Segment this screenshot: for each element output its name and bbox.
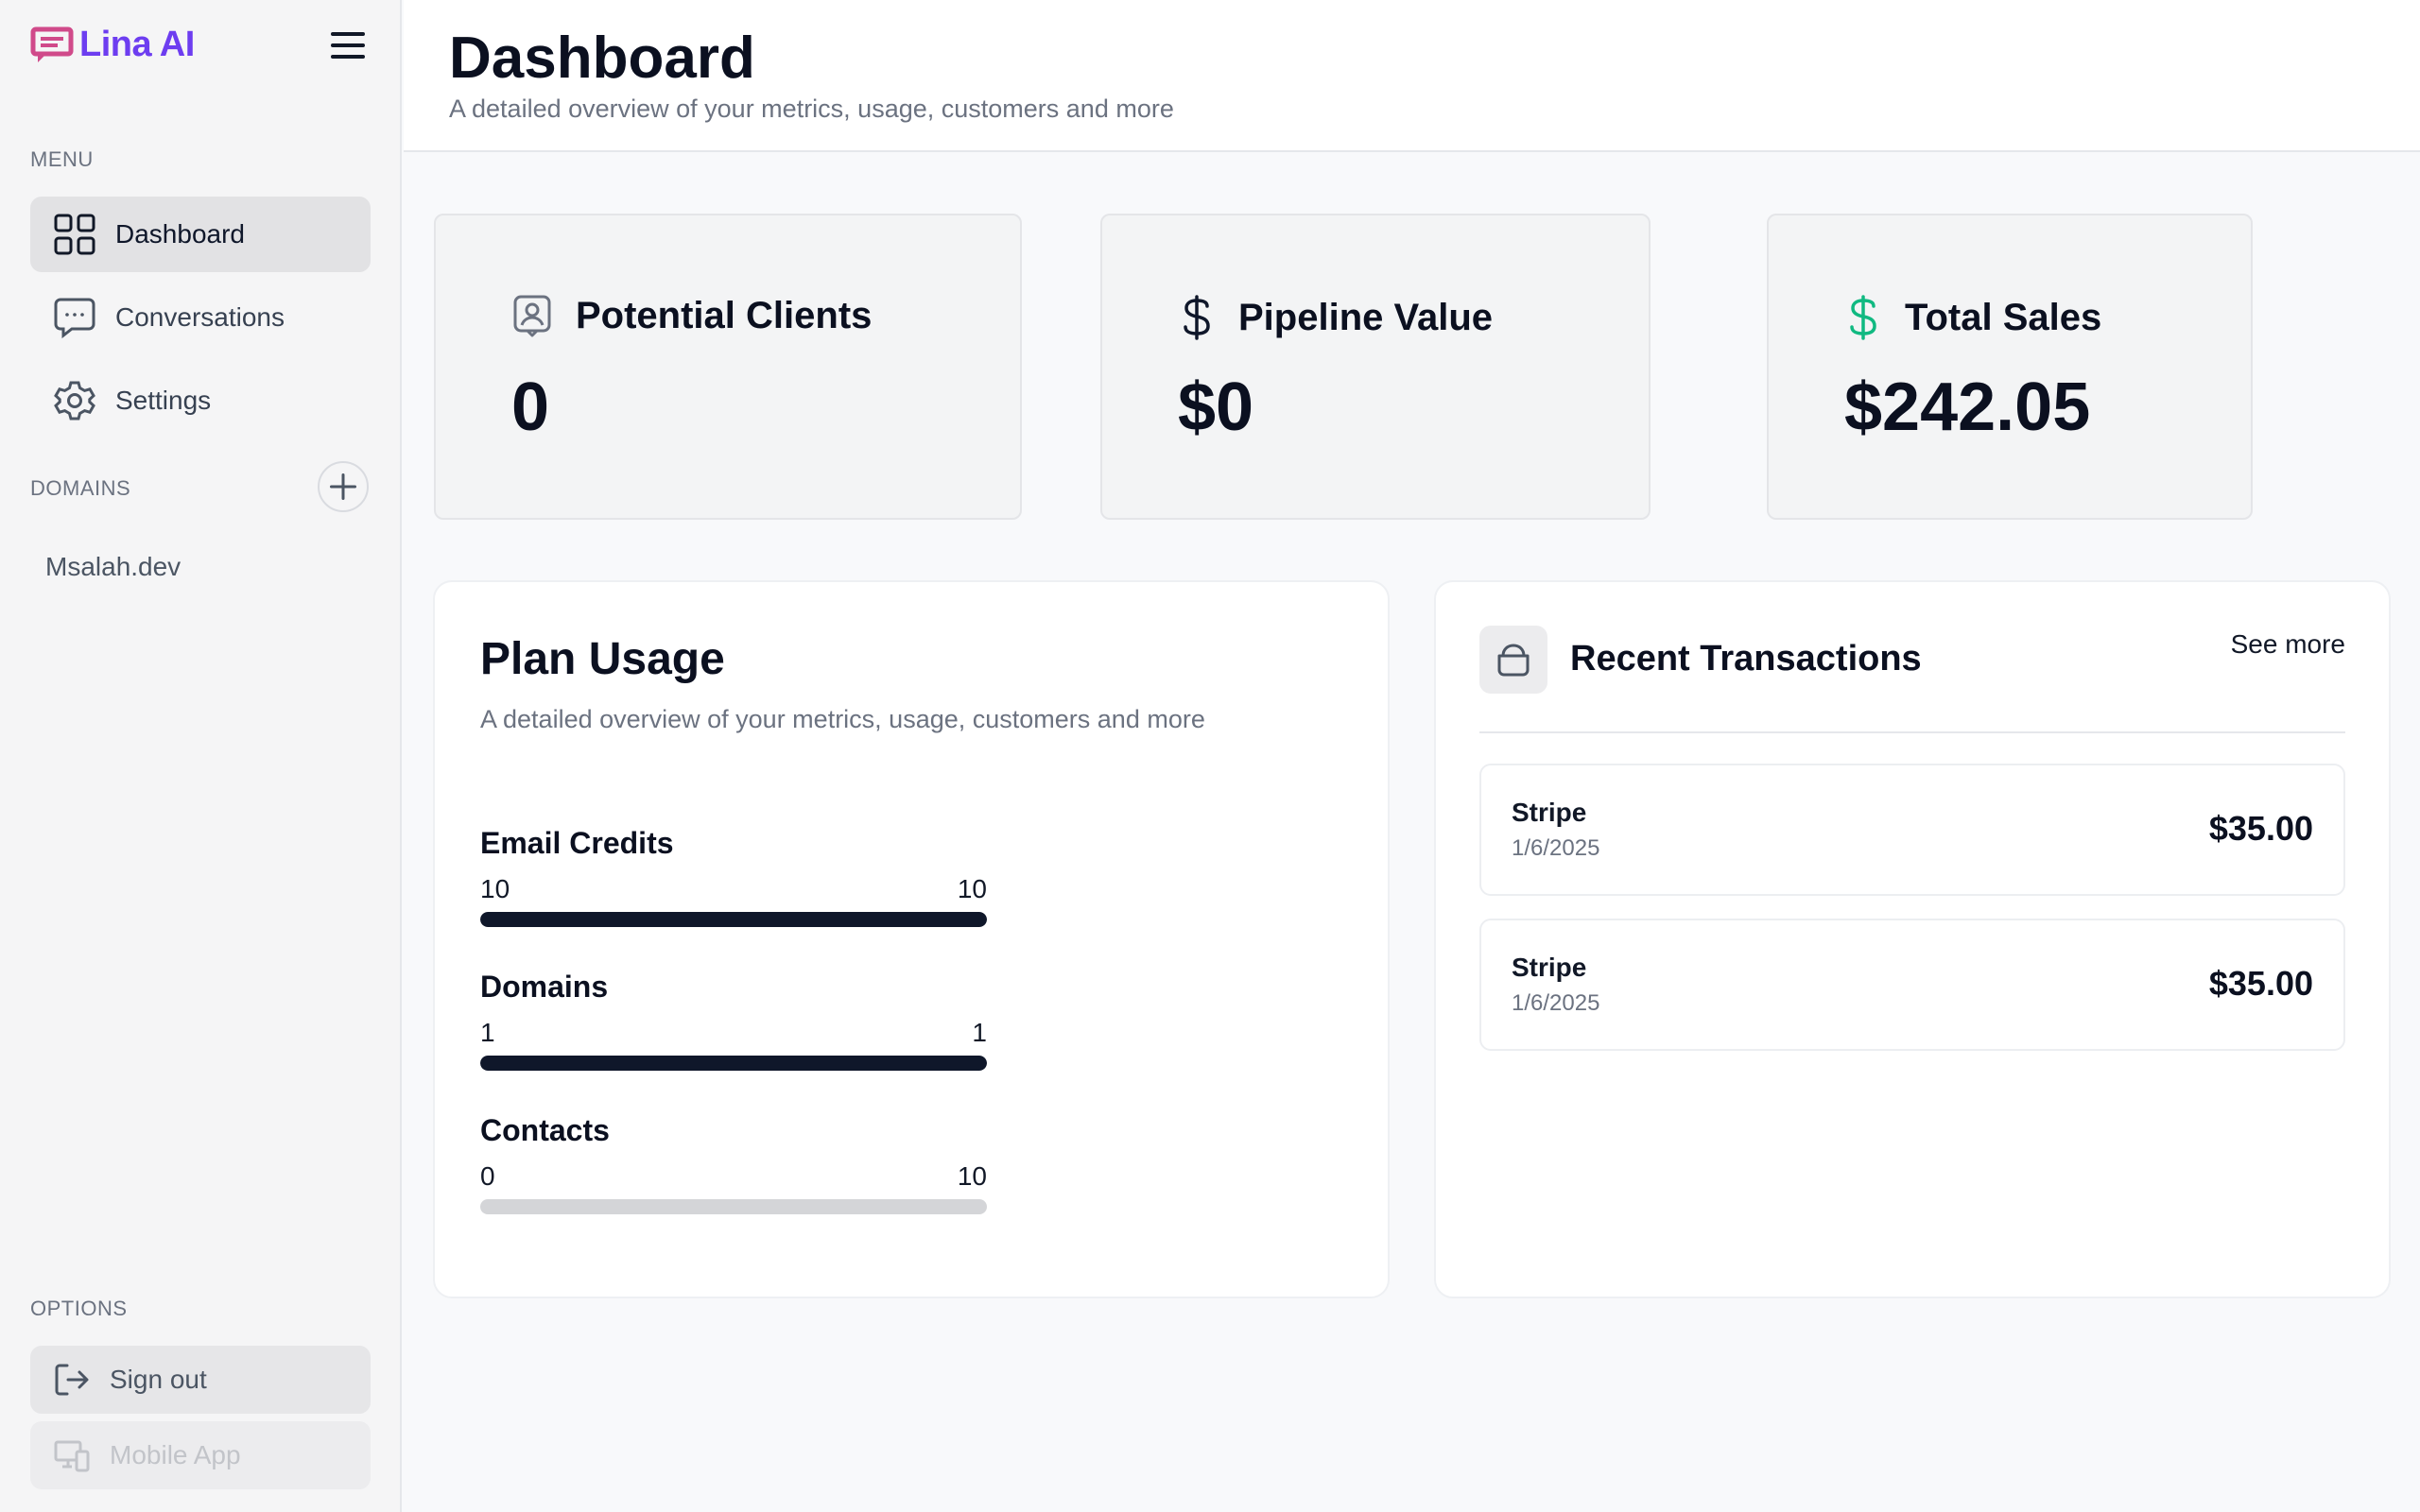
mobile-app-label: Mobile App <box>110 1440 241 1469</box>
dashboard-grid-icon <box>54 214 95 255</box>
sidebar-item-label: Dashboard <box>115 219 245 249</box>
usage-limit: 1 <box>972 1018 987 1047</box>
usage-label: Domains <box>480 970 609 1004</box>
shopping-bag-icon <box>1497 644 1530 677</box>
sidebar-item-settings[interactable]: Settings <box>30 363 371 438</box>
menu-section-label: MENU <box>30 147 94 171</box>
domains-section-label: DOMAINS <box>30 476 131 500</box>
brand-name: Lina AI <box>79 25 195 64</box>
usage-progress-bar <box>480 912 987 927</box>
sidebar-item-label: Conversations <box>115 302 285 332</box>
plan-usage-subtitle: A detailed overview of your metrics, usa… <box>480 705 1205 733</box>
transactions-title: Recent Transactions <box>1570 639 1922 679</box>
sign-out-icon <box>55 1364 89 1396</box>
transactions-icon-tile <box>1479 626 1547 694</box>
see-more-link[interactable]: See more <box>2231 629 2345 660</box>
usage-contacts: Contacts 0 10 <box>480 1113 987 1214</box>
sign-out-label: Sign out <box>110 1365 207 1394</box>
gear-icon <box>54 381 95 421</box>
usage-domains: Domains 1 1 <box>480 970 987 1071</box>
transaction-amount: $35.00 <box>2208 964 2313 1003</box>
page-subtitle: A detailed overview of your metrics, usa… <box>449 94 1174 123</box>
stat-card-total-sales: Total Sales $242.05 <box>1767 214 2253 520</box>
sidebar-domain-item[interactable]: Msalah.dev <box>45 552 181 582</box>
stat-card-potential-clients: Potential Clients 0 <box>434 214 1022 520</box>
hamburger-menu-icon[interactable] <box>327 28 369 62</box>
stat-value: $242.05 <box>1844 369 2091 445</box>
usage-progress-fill <box>480 1056 987 1071</box>
dollar-icon <box>1184 295 1210 340</box>
transaction-row[interactable]: Stripe 1/6/2025 $35.00 <box>1479 919 2345 1051</box>
brand-logo[interactable]: Lina AI <box>30 25 195 65</box>
transaction-row[interactable]: Stripe 1/6/2025 $35.00 <box>1479 764 2345 896</box>
sidebar-item-conversations[interactable]: Conversations <box>30 280 371 355</box>
person-badge-icon <box>513 295 551 337</box>
mobile-app-button[interactable]: Mobile App <box>30 1421 371 1489</box>
usage-progress-bar <box>480 1199 987 1214</box>
sidebar-item-dashboard[interactable]: Dashboard <box>30 197 371 272</box>
usage-label: Contacts <box>480 1113 610 1147</box>
plus-icon <box>330 473 356 500</box>
stat-card-pipeline-value: Pipeline Value $0 <box>1100 214 1651 520</box>
page-header: Dashboard A detailed overview of your me… <box>404 0 2420 152</box>
divider <box>1479 731 2345 733</box>
dollar-green-icon <box>1850 295 1876 340</box>
usage-used: 10 <box>480 874 510 903</box>
transaction-date: 1/6/2025 <box>1512 835 1600 861</box>
stat-value: 0 <box>511 369 550 445</box>
add-domain-button[interactable] <box>318 461 369 512</box>
devices-icon <box>54 1440 90 1472</box>
recent-transactions-panel: Recent Transactions See more Stripe 1/6/… <box>1434 580 2391 1298</box>
usage-limit: 10 <box>957 874 987 903</box>
transaction-name: Stripe <box>1512 798 1587 827</box>
chat-logo-icon <box>30 26 74 62</box>
usage-used: 0 <box>480 1161 495 1191</box>
transaction-name: Stripe <box>1512 953 1587 982</box>
stat-label: Potential Clients <box>576 294 873 336</box>
usage-used: 1 <box>480 1018 495 1047</box>
stat-value: $0 <box>1178 369 1254 445</box>
sidebar-item-label: Settings <box>115 386 212 415</box>
usage-limit: 10 <box>957 1161 987 1191</box>
usage-progress-bar <box>480 1056 987 1071</box>
sidebar: Lina AI MENU Dashboard Conversations Set… <box>0 0 402 1512</box>
page-title: Dashboard <box>449 26 755 91</box>
transaction-amount: $35.00 <box>2208 809 2313 848</box>
usage-email-credits: Email Credits 10 10 <box>480 826 987 927</box>
plan-usage-panel: Plan Usage A detailed overview of your m… <box>433 580 1390 1298</box>
plan-usage-title: Plan Usage <box>480 634 725 684</box>
usage-label: Email Credits <box>480 826 674 860</box>
usage-progress-fill <box>480 912 987 927</box>
stat-label: Total Sales <box>1905 296 2102 338</box>
transaction-date: 1/6/2025 <box>1512 990 1600 1016</box>
sign-out-button[interactable]: Sign out <box>30 1346 371 1414</box>
options-section-label: OPTIONS <box>30 1297 128 1320</box>
chat-bubble-icon <box>54 298 95 339</box>
stat-label: Pipeline Value <box>1238 296 1494 338</box>
